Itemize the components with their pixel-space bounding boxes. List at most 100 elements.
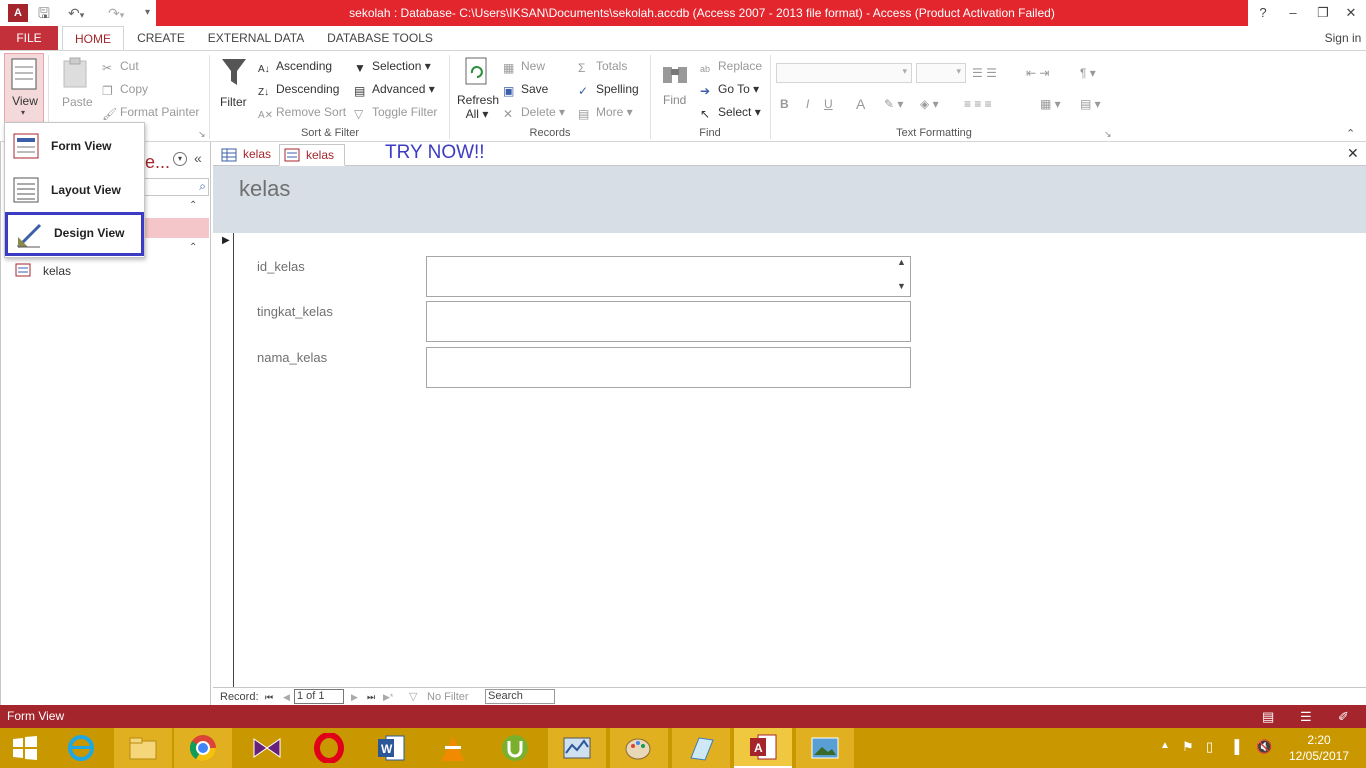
access-logo-icon[interactable]: A (8, 4, 28, 22)
shutter-bar-icon[interactable]: « (194, 150, 202, 166)
delete-record-button[interactable]: ✕ Delete ▾ (503, 103, 565, 121)
menu-item-form-view[interactable]: Form View (5, 125, 144, 167)
clock[interactable]: 2:20 12/05/2017 (1284, 732, 1354, 764)
cut-button[interactable]: ✂ Cut (102, 57, 139, 75)
bullets-icon[interactable]: ☰ ☰ (972, 64, 997, 82)
current-record-input[interactable]: 1 of 1 (294, 689, 344, 704)
doc-tab-form[interactable]: kelas (279, 144, 346, 166)
opera-icon[interactable] (300, 728, 358, 768)
help-button[interactable]: ? (1248, 0, 1278, 26)
indent-icon[interactable]: ⇤ ⇥ (1026, 64, 1049, 82)
align-icon[interactable]: ≡ ≡ ≡ (964, 95, 992, 113)
filter-button[interactable]: Filter (216, 55, 252, 117)
utorrent-icon[interactable] (486, 728, 544, 768)
access-taskbar-icon[interactable]: A (734, 728, 792, 768)
go-to-button[interactable]: ➔ Go To ▾ (700, 80, 759, 98)
select-button[interactable]: ↖ Select ▾ (700, 103, 761, 121)
text-formatting-launcher-icon[interactable]: ↘ (1104, 129, 1112, 140)
selection-button[interactable]: ▼ Selection ▾ (354, 57, 431, 75)
notepad-icon[interactable] (672, 728, 730, 768)
file-explorer-icon[interactable] (114, 728, 172, 768)
save-record-button[interactable]: ▣ Save (503, 80, 548, 98)
new-blank-record-icon[interactable]: ▶* (383, 688, 393, 706)
layout-view-status-icon[interactable]: ☰ (1300, 705, 1312, 728)
fill-color-icon[interactable]: ◈ ▾ (920, 95, 939, 113)
action-center-icon[interactable]: ⚑ (1182, 739, 1194, 755)
font-size-select[interactable]: ▾ (916, 63, 966, 83)
close-document-icon[interactable]: ✕ (1347, 145, 1359, 162)
scroll-up-icon[interactable]: ▲ (897, 257, 906, 267)
minimize-button[interactable]: – (1278, 0, 1308, 26)
ascending-button[interactable]: A↓ Ascending (258, 57, 332, 75)
tab-home[interactable]: HOME (62, 26, 124, 50)
design-view-status-icon[interactable]: ✐ (1338, 705, 1349, 728)
tab-external-data[interactable]: EXTERNAL DATA (200, 26, 312, 50)
nav-pane-title[interactable]: e... (145, 152, 170, 173)
copy-button[interactable]: ❐ Copy (102, 80, 148, 98)
tingkat-kelas-input[interactable] (426, 301, 911, 342)
group-collapse-icon[interactable]: ⌃ (189, 242, 197, 253)
scroll-down-icon[interactable]: ▼ (897, 281, 906, 291)
tab-database-tools[interactable]: DATABASE TOOLS (320, 26, 440, 50)
customize-quick-access-icon[interactable]: ▾ (145, 3, 150, 23)
tab-create[interactable]: CREATE (130, 26, 192, 50)
font-color-button[interactable]: A (856, 95, 865, 113)
advanced-button[interactable]: ▤ Advanced ▾ (354, 80, 435, 98)
save-icon[interactable]: 🖫 (38, 3, 50, 23)
font-name-select[interactable]: ▾ (776, 63, 912, 83)
next-record-icon[interactable]: ▶ (351, 688, 358, 706)
performance-monitor-icon[interactable] (548, 728, 606, 768)
first-record-icon[interactable]: ⏮ (265, 688, 273, 706)
gridlines-icon[interactable]: ▦ ▾ (1040, 95, 1061, 113)
group-collapse-icon[interactable]: ⌃ (189, 200, 197, 211)
menu-item-layout-view[interactable]: Layout View (5, 169, 144, 211)
internet-explorer-icon[interactable] (52, 728, 110, 768)
doc-tab-table[interactable]: kelas (217, 144, 281, 166)
bold-button[interactable]: B (780, 95, 789, 113)
start-button[interactable] (0, 728, 50, 768)
more-button[interactable]: ▤ More ▾ (578, 103, 633, 121)
word-icon[interactable]: W (362, 728, 420, 768)
show-hidden-icons-icon[interactable]: ▲ (1160, 740, 1170, 751)
volume-muted-icon[interactable]: 🔇 (1256, 739, 1272, 755)
vlc-icon[interactable] (424, 728, 482, 768)
photo-viewer-icon[interactable] (796, 728, 854, 768)
nav-search-input[interactable]: ⌕ (141, 178, 209, 196)
paste-button[interactable]: Paste (54, 55, 98, 117)
battery-icon[interactable]: ▯ (1206, 739, 1213, 755)
visual-studio-icon[interactable] (238, 728, 296, 768)
record-search-input[interactable]: Search (485, 689, 555, 704)
replace-button[interactable]: ab Replace (700, 57, 762, 75)
filter-status-label[interactable]: No Filter (427, 688, 469, 706)
format-painter-button[interactable]: 🖌 Format Painter (102, 103, 199, 121)
alternate-row-icon[interactable]: ▤ ▾ (1080, 95, 1101, 113)
clipboard-launcher-icon[interactable]: ↘ (198, 129, 206, 140)
id-kelas-input[interactable]: ▲ ▼ (426, 256, 911, 297)
paragraph-icon[interactable]: ¶ ▾ (1080, 64, 1096, 82)
refresh-all-button[interactable]: Refresh All ▾ (455, 55, 499, 125)
record-selector[interactable] (221, 233, 234, 687)
scrollbar[interactable]: ▲ ▼ (894, 257, 910, 296)
underline-button[interactable]: U (824, 95, 833, 113)
nama-kelas-input[interactable] (426, 347, 911, 388)
previous-record-icon[interactable]: ◀ (283, 688, 290, 706)
form-view-status-icon[interactable]: ▤ (1262, 705, 1274, 728)
nav-selected-row[interactable] (141, 218, 209, 238)
menu-item-design-view[interactable]: Design View (5, 212, 144, 256)
nav-item-kelas[interactable]: kelas (15, 263, 205, 281)
find-button[interactable]: Find (656, 55, 694, 117)
view-button[interactable]: View ▾ (4, 53, 44, 123)
redo-icon[interactable]: ↷▾ (108, 3, 124, 23)
italic-button[interactable]: I (806, 95, 809, 113)
toggle-filter-button[interactable]: ▽ Toggle Filter (354, 103, 437, 121)
nav-menu-chevron-icon[interactable]: ▾ (173, 152, 187, 166)
descending-button[interactable]: Z↓ Descending (258, 80, 339, 98)
new-record-button[interactable]: ▦ New (503, 57, 545, 75)
last-record-icon[interactable]: ⏭ (367, 688, 375, 706)
highlight-icon[interactable]: ✎ ▾ (884, 95, 903, 113)
network-icon[interactable]: ▐ (1230, 739, 1239, 754)
chrome-icon[interactable] (174, 728, 232, 768)
paint-icon[interactable] (610, 728, 668, 768)
close-button[interactable]: ✕ (1336, 0, 1366, 26)
sign-in-link[interactable]: Sign in (1320, 26, 1366, 50)
